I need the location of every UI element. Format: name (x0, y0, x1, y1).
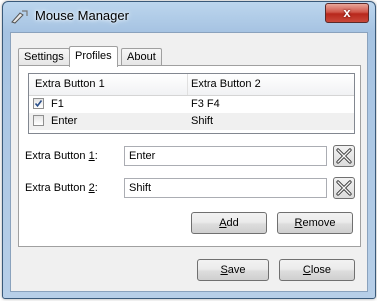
remove-button[interactable]: Remove (277, 212, 353, 234)
extra-button-1-input[interactable] (124, 146, 327, 166)
cell-button1: Enter (51, 115, 78, 127)
checkmark-icon (34, 100, 43, 108)
window-title: Mouse Manager (35, 8, 129, 23)
close-icon: x (343, 5, 351, 20)
save-button[interactable]: Save (197, 259, 269, 281)
close-button[interactable]: Close (279, 259, 355, 281)
clear-x-icon (336, 148, 352, 164)
add-button[interactable]: Add (191, 212, 267, 234)
column-header-button1[interactable]: Extra Button 1 (35, 78, 105, 90)
cell-button2: Shift (191, 115, 214, 127)
cell-button1: F1 (51, 98, 64, 110)
tab-settings[interactable]: Settings (18, 48, 70, 66)
row-checkbox[interactable] (33, 115, 44, 126)
mouse-pointer-icon (11, 10, 28, 24)
list-header: Extra Button 1 Extra Button 2 (29, 74, 354, 96)
row-checkbox[interactable] (33, 98, 44, 109)
title-bar[interactable]: Mouse Manager x (3, 2, 375, 32)
tab-about-label: About (127, 51, 156, 63)
list-row[interactable]: Enter Shift (29, 113, 354, 130)
extra-button-1-label: Extra Button 1: (25, 150, 98, 162)
tab-about[interactable]: About (121, 48, 162, 66)
main-window: Mouse Manager x Settings Profiles About … (2, 1, 376, 299)
clear-button-2[interactable] (333, 177, 355, 199)
list-row[interactable]: F1 F3 F4 (29, 96, 354, 113)
tab-settings-label: Settings (24, 51, 64, 63)
cell-button2: F3 F4 (191, 98, 220, 110)
extra-button-2-label: Extra Button 2: (25, 182, 98, 194)
column-divider[interactable] (187, 74, 188, 95)
profiles-list[interactable]: Extra Button 1 Extra Button 2 F1 F3 F4 E… (28, 73, 355, 134)
dialog-client-area: Settings Profiles About Extra Button 1 E… (10, 32, 368, 292)
tab-profiles[interactable]: Profiles (69, 46, 118, 67)
profiles-panel: Extra Button 1 Extra Button 2 F1 F3 F4 E… (18, 65, 361, 247)
clear-button-1[interactable] (333, 145, 355, 167)
window-close-button[interactable]: x (325, 3, 369, 23)
clear-x-icon (336, 180, 352, 196)
tab-profiles-label: Profiles (75, 50, 112, 62)
column-header-button2[interactable]: Extra Button 2 (191, 78, 261, 90)
extra-button-2-input[interactable] (124, 178, 327, 198)
